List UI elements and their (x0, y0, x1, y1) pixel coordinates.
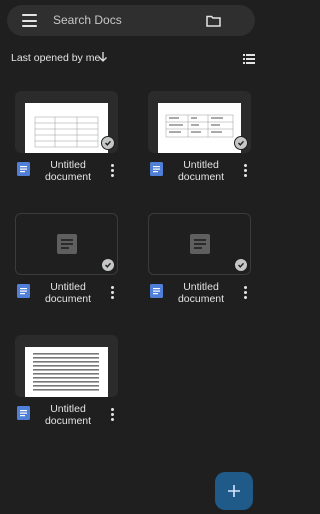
offline-badge-icon (101, 136, 115, 150)
offline-badge-icon (234, 258, 248, 272)
more-options-icon[interactable] (111, 164, 115, 179)
document-preview (25, 103, 108, 153)
document-thumbnail[interactable] (148, 91, 251, 153)
more-options-icon[interactable] (244, 164, 248, 179)
document-thumbnail[interactable] (15, 91, 118, 153)
document-preview (25, 347, 108, 397)
menu-icon[interactable] (22, 14, 37, 27)
offline-badge-icon (234, 136, 248, 150)
plus-icon (228, 485, 240, 497)
document-thumbnail[interactable] (15, 335, 118, 397)
document-thumbnail[interactable] (148, 213, 251, 275)
document-title[interactable]: Untitled document (163, 159, 239, 183)
docs-icon (150, 162, 163, 176)
arrow-down-icon[interactable] (98, 51, 108, 63)
search-bar[interactable]: Search Docs (7, 5, 255, 36)
docs-icon (150, 284, 163, 298)
list-view-icon[interactable] (243, 54, 255, 64)
more-options-icon[interactable] (111, 286, 115, 301)
document-placeholder-icon (190, 234, 210, 254)
document-title[interactable]: Untitled document (30, 403, 106, 427)
document-title[interactable]: Untitled document (30, 159, 106, 183)
offline-badge-icon (101, 258, 115, 272)
more-options-icon[interactable] (244, 286, 248, 301)
document-placeholder-icon (57, 234, 77, 254)
document-thumbnail[interactable] (15, 213, 118, 275)
search-placeholder[interactable]: Search Docs (53, 13, 122, 27)
docs-icon (17, 162, 30, 176)
new-document-button[interactable] (215, 472, 253, 510)
docs-icon (17, 406, 30, 420)
document-title[interactable]: Untitled document (163, 281, 239, 305)
document-preview (158, 103, 241, 153)
document-title[interactable]: Untitled document (30, 281, 106, 305)
docs-icon (17, 284, 30, 298)
folder-icon[interactable] (206, 14, 221, 27)
more-options-icon[interactable] (111, 408, 115, 423)
sort-label[interactable]: Last opened by me (11, 52, 100, 64)
